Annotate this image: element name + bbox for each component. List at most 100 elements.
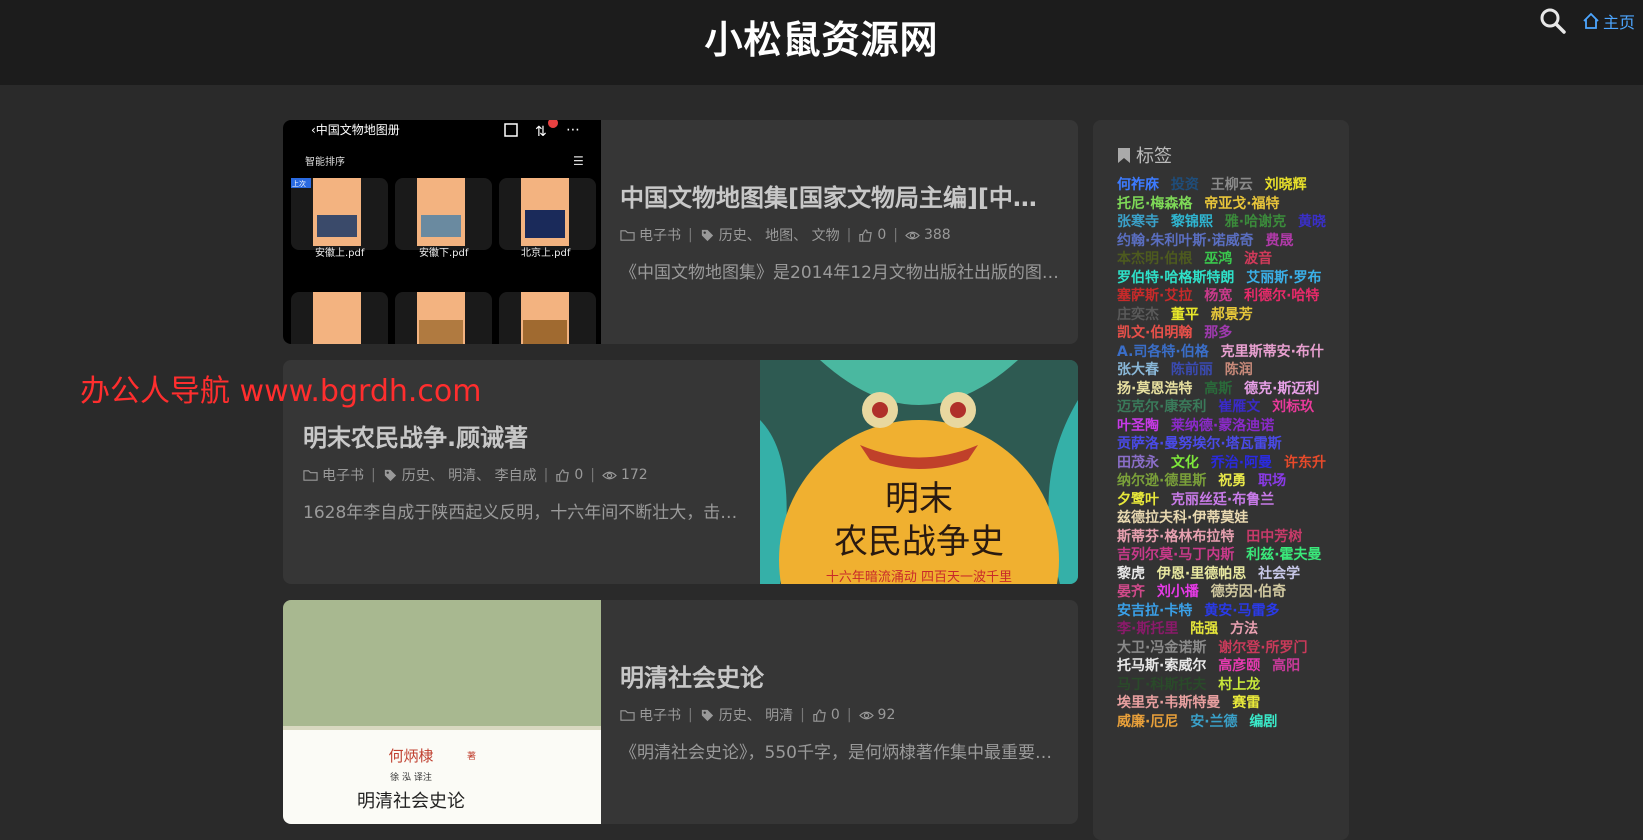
tag-link[interactable]: 董平	[1171, 307, 1199, 323]
tag-link[interactable]: 德克·斯迈利	[1244, 381, 1319, 397]
tag-link[interactable]: 托马斯·索威尔	[1117, 658, 1206, 674]
tag-link[interactable]: 许东升	[1284, 455, 1326, 471]
tag-link[interactable]: 迈克尔·康奈利	[1117, 399, 1206, 415]
tag-link[interactable]: 郝景芳	[1211, 307, 1253, 323]
post-thumbnail[interactable]: 何炳棣 著 徐 泓 译注 明清社会史论	[283, 600, 601, 824]
thumbs-up-icon[interactable]	[812, 708, 827, 723]
tag-link[interactable]: 陈前丽	[1171, 362, 1213, 378]
post-category[interactable]: 电子书	[639, 225, 681, 245]
tag-link[interactable]: 贡萨洛·曼努埃尔·塔瓦雷斯	[1117, 436, 1282, 452]
tag-link[interactable]: 克丽丝廷·布鲁兰	[1171, 492, 1274, 508]
tag-link[interactable]: 高阳	[1272, 658, 1300, 674]
tag-link[interactable]: 祝勇	[1218, 473, 1246, 489]
tag-link[interactable]: 田中芳树	[1246, 529, 1302, 545]
tag-link[interactable]: 费晟	[1266, 233, 1294, 249]
tag-link[interactable]: 利德尔·哈特	[1244, 288, 1319, 304]
tag-link[interactable]: 塞萨斯·艾拉	[1117, 288, 1192, 304]
tag-link[interactable]: 崔雁文	[1218, 399, 1260, 415]
tag-link[interactable]: 巫鸿	[1204, 251, 1232, 267]
tag-link[interactable]: 晏齐	[1117, 584, 1145, 600]
tag-link[interactable]: 扬·莫恩浩特	[1117, 381, 1192, 397]
tag-link[interactable]: 安吉拉·卡特	[1117, 603, 1192, 619]
tag-link[interactable]: 投资	[1171, 177, 1199, 193]
tag-link[interactable]: 叶圣陶	[1117, 418, 1159, 434]
tag-link[interactable]: 那多	[1204, 325, 1232, 341]
tag-link[interactable]: 夕鹭叶	[1117, 492, 1159, 508]
tag-link[interactable]: 本杰明·伯根	[1117, 251, 1192, 267]
post-title[interactable]: 明末农民战争.顾诫著	[303, 418, 743, 453]
tag-link[interactable]: 罗伯特·哈格斯特朗	[1117, 270, 1234, 286]
tag-link[interactable]: 社会学	[1258, 566, 1300, 582]
tag-link[interactable]: 黎虎	[1117, 566, 1145, 582]
tag-link[interactable]: 艾丽斯·罗布	[1246, 270, 1321, 286]
tag-link[interactable]: 托尼·梅森格	[1117, 196, 1192, 212]
tag-link[interactable]: 田茂永	[1117, 455, 1159, 471]
tag-link[interactable]: 高彦颐	[1218, 658, 1260, 674]
tag-link[interactable]: 黄晓	[1298, 214, 1326, 230]
tag-link[interactable]: 刘晓辉	[1265, 177, 1307, 193]
post-tags[interactable]: 历史、 明清、 李自成	[402, 465, 537, 485]
post-meta: 电子书 | 历史、 地图、 文物 | 0 | 388	[620, 225, 951, 245]
tag-link[interactable]: 杨宽	[1204, 288, 1232, 304]
tag-link[interactable]: A.司各特·伯格	[1117, 344, 1209, 360]
tag-link[interactable]: 职场	[1258, 473, 1286, 489]
tag-link[interactable]: 波音	[1244, 251, 1272, 267]
tag-link[interactable]: 德劳因·伯奇	[1211, 584, 1286, 600]
tag-link[interactable]: 威廉·厄尼	[1117, 714, 1178, 730]
post-category[interactable]: 电子书	[322, 465, 364, 485]
thumbs-up-icon[interactable]	[555, 468, 570, 483]
svg-text:北京上.pdf: 北京上.pdf	[521, 246, 571, 259]
tag-link[interactable]: 编剧	[1249, 714, 1277, 730]
tag-link[interactable]: 雅·哈谢克	[1225, 214, 1286, 230]
tag-link[interactable]: 张寒寺	[1117, 214, 1159, 230]
tag-link[interactable]: 伊恩·里德帕思	[1157, 566, 1246, 582]
site-title[interactable]: 小松鼠资源网	[704, 9, 938, 64]
post-tags[interactable]: 历史、 明清	[719, 705, 793, 725]
post-category[interactable]: 电子书	[639, 705, 681, 725]
tag-link[interactable]: 凯文·伯明翰	[1117, 325, 1192, 341]
tag-link[interactable]: 文化	[1171, 455, 1199, 471]
post-title[interactable]: 明清社会史论	[620, 658, 1060, 693]
post-card[interactable]: ‹中国文物地图册 ⇅ ⋯ 智能排序 ☰ 上次 安徽上.pdf 安徽下.pdf 北…	[283, 120, 1078, 344]
post-thumbnail[interactable]: ‹中国文物地图册 ⇅ ⋯ 智能排序 ☰ 上次 安徽上.pdf 安徽下.pdf 北…	[283, 120, 601, 344]
tag-link[interactable]: 王柳云	[1211, 177, 1253, 193]
tag-link[interactable]: 黄安·马雷多	[1204, 603, 1279, 619]
tag-link[interactable]: 高斯	[1204, 381, 1232, 397]
tag-link[interactable]: 庄奕杰	[1117, 307, 1159, 323]
tag-link[interactable]: 利兹·霍夫曼	[1246, 547, 1321, 563]
home-link[interactable]: 主页	[1582, 9, 1635, 33]
tag-link[interactable]: 莱纳德·蒙洛迪诺	[1171, 418, 1274, 434]
tag-link[interactable]: 陆强	[1190, 621, 1218, 637]
tag-link[interactable]: 何祚庥	[1117, 177, 1159, 193]
thumbs-up-icon[interactable]	[858, 228, 873, 243]
tag-link[interactable]: 乔治·阿曼	[1211, 455, 1272, 471]
post-meta: 电子书 | 历史、 明清、 李自成 | 0 | 172	[303, 465, 648, 485]
post-tags[interactable]: 历史、 地图、 文物	[719, 225, 840, 245]
post-card[interactable]: 何炳棣 著 徐 泓 译注 明清社会史论 明清社会史论 电子书 | 历史、 明清 …	[283, 600, 1078, 824]
tag-link[interactable]: 马丁·科斯托夫	[1117, 677, 1206, 693]
post-title[interactable]: 中国文物地图集[国家文物局主编][中国地…	[620, 178, 1060, 213]
svg-text:安徽下.pdf: 安徽下.pdf	[419, 246, 469, 259]
tag-link[interactable]: 兹德拉夫科·伊蒂莫娃	[1117, 510, 1248, 526]
tag-link[interactable]: 约翰·朱利叶斯·诺威奇	[1117, 233, 1254, 249]
tag-link[interactable]: 赛雷	[1232, 695, 1260, 711]
tag-link[interactable]: 陈润	[1225, 362, 1253, 378]
search-icon[interactable]	[1538, 6, 1568, 36]
tag-link[interactable]: 刘标玖	[1272, 399, 1314, 415]
tag-link[interactable]: 黎锦熙	[1171, 214, 1213, 230]
tag-link[interactable]: 张大春	[1117, 362, 1159, 378]
tag-link[interactable]: 安·兰德	[1190, 714, 1237, 730]
tag-link[interactable]: 谢尔登·所罗门	[1218, 640, 1307, 656]
tag-link[interactable]: 村上龙	[1218, 677, 1260, 693]
tag-link[interactable]: 方法	[1230, 621, 1258, 637]
tag-link[interactable]: 斯蒂芬·格林布拉特	[1117, 529, 1234, 545]
tag-link[interactable]: 帝亚戈·福特	[1204, 196, 1279, 212]
tag-link[interactable]: 大卫·冯金诺斯	[1117, 640, 1206, 656]
tag-link[interactable]: 李·斯托里	[1117, 621, 1178, 637]
post-thumbnail[interactable]: 明末 农民战争史 十六年暗流涌动 四百天一波千里	[760, 360, 1078, 584]
tag-link[interactable]: 刘小播	[1157, 584, 1199, 600]
tag-link[interactable]: 吉列尔莫·马丁内斯	[1117, 547, 1234, 563]
tag-link[interactable]: 埃里克·韦斯特曼	[1117, 695, 1220, 711]
tag-link[interactable]: 克里斯蒂安·布什	[1221, 344, 1324, 360]
tag-link[interactable]: 纳尔逊·德里斯	[1117, 473, 1206, 489]
